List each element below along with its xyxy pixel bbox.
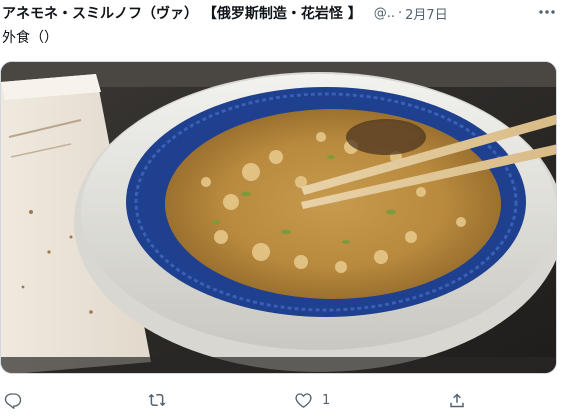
retweet-button[interactable]: [147, 389, 167, 411]
tweet-header: アネモネ・スミルノフ（ヴァ） 【俄罗斯制造・花岩怪 】 @.. · 2月7日: [2, 3, 565, 23]
tweet-actions: 1: [0, 389, 565, 411]
tweet-date[interactable]: 2月7日: [405, 4, 448, 23]
share-icon: [450, 392, 464, 407]
reply-icon: [4, 393, 22, 409]
heart-icon: [295, 393, 312, 408]
more-options-button[interactable]: [537, 3, 557, 21]
like-count: 1: [322, 392, 331, 408]
tweet-text: 外食（）: [2, 30, 58, 46]
reply-button[interactable]: [4, 389, 22, 411]
retweet-icon: [148, 393, 166, 407]
user-handle[interactable]: @..: [374, 6, 395, 21]
tweet-photo[interactable]: [0, 61, 557, 374]
tweet: アネモネ・スミルノフ（ヴァ） 【俄罗斯制造・花岩怪 】 @.. · 2月7日 外…: [0, 0, 565, 418]
more-icon: [539, 10, 555, 14]
noodle-soup-photo: [1, 62, 556, 373]
separator-dot: ·: [398, 5, 403, 21]
share-button[interactable]: [448, 389, 466, 411]
like-button[interactable]: 1: [294, 389, 330, 411]
display-name[interactable]: アネモネ・スミルノフ（ヴァ） 【俄罗斯制造・花岩怪 】: [2, 3, 362, 23]
